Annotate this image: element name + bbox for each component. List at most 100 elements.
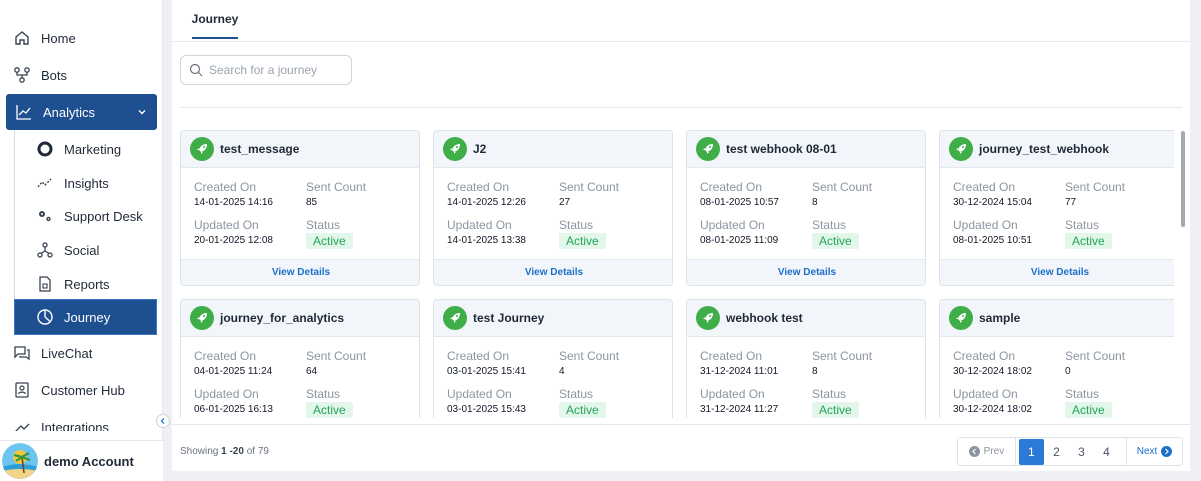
status-field: Status Active	[559, 218, 606, 249]
created-label: Created On	[953, 349, 1016, 363]
sidebar-item-bots[interactable]: Bots	[0, 60, 163, 90]
created-label: Created On	[194, 180, 257, 194]
view-details-button[interactable]: View Details	[940, 259, 1174, 285]
status-label: Status	[812, 387, 847, 401]
scrollbar[interactable]	[1181, 131, 1185, 227]
journey-icon	[35, 307, 55, 327]
updated-label: Updated On	[194, 387, 259, 401]
updated-value: 31-12-2024 11:27	[700, 404, 779, 415]
marketing-icon	[35, 139, 55, 159]
created-label: Created On	[194, 349, 257, 363]
status-badge: Active	[559, 402, 606, 418]
search-icon	[189, 63, 203, 77]
sent-field: Sent Count 64	[306, 349, 366, 377]
journey-name: test_message	[220, 142, 300, 156]
updated-field: Updated On 30-12-2024 18:02	[953, 387, 1032, 415]
account-menu[interactable]: demo Account	[0, 440, 163, 481]
sidebar-item-label: Social	[64, 242, 100, 258]
chevron-left-icon	[160, 418, 165, 424]
updated-label: Updated On	[447, 387, 512, 401]
sidebar-item-label: Home	[41, 30, 76, 46]
divider	[180, 107, 1182, 108]
sidebar-item-customer-hub[interactable]: Customer Hub	[0, 375, 163, 405]
updated-value: 14-01-2025 13:38	[447, 235, 526, 246]
sidebar-item-label: Support Desk	[64, 208, 143, 224]
sidebar-item-marketing[interactable]: Marketing	[0, 134, 163, 164]
updated-value: 20-01-2025 12:08	[194, 235, 273, 246]
sidebar: Home Bots Analytics Marketing Insights S…	[0, 0, 170, 481]
journey-card: sample Created On 30-12-2024 18:02 Sent Cou…	[939, 299, 1174, 418]
sent-value: 85	[306, 197, 318, 208]
sidebar-item-integrations[interactable]: Integrations	[0, 415, 163, 431]
updated-value: 06-01-2025 16:13	[194, 404, 273, 415]
view-details-button[interactable]: View Details	[434, 259, 672, 285]
sidebar-item-home[interactable]: Home	[0, 23, 163, 53]
avatar	[2, 443, 38, 479]
livechat-icon	[12, 343, 32, 363]
card-header: test_message	[181, 131, 419, 168]
sidebar-item-label: Insights	[64, 175, 109, 191]
created-field: Created On 08-01-2025 10:57	[700, 180, 779, 208]
created-field: Created On 14-01-2025 12:26	[447, 180, 526, 208]
pagination-footer: Showing 1 -20 of 79 Prev 1 2 3 4 Next	[172, 424, 1190, 471]
showing-prefix: Showing	[180, 446, 222, 457]
next-label: Next	[1136, 446, 1158, 457]
created-field: Created On 30-12-2024 15:04	[953, 180, 1032, 208]
sidebar-item-livechat[interactable]: LiveChat	[0, 338, 163, 368]
sidebar-item-label: LiveChat	[41, 345, 93, 361]
view-details-button[interactable]: View Details	[181, 259, 419, 285]
card-header: journey_test_webhook	[940, 131, 1174, 168]
page-3-button[interactable]: 3	[1069, 438, 1094, 465]
sidebar-item-support-desk[interactable]: Support Desk	[0, 201, 163, 231]
integrations-icon	[12, 417, 32, 431]
created-label: Created On	[953, 180, 1016, 194]
sidebar-item-reports[interactable]: Reports	[0, 269, 163, 299]
tab-bar: Journey	[172, 0, 1190, 42]
status-badge: Active	[812, 402, 859, 418]
journey-card: test_message Created On 14-01-2025 14:16 Se…	[180, 130, 420, 286]
sidebar-item-label: Customer Hub	[41, 382, 125, 398]
status-badge: Active	[306, 233, 353, 249]
page-1-button[interactable]: 1	[1018, 438, 1044, 465]
sent-value: 8	[812, 197, 818, 208]
journey-card: journey_test_webhook Created On 30-12-2024…	[939, 130, 1174, 286]
created-value: 14-01-2025 14:16	[194, 197, 273, 208]
created-field: Created On 30-12-2024 18:02	[953, 349, 1032, 377]
created-value: 14-01-2025 12:26	[447, 197, 526, 208]
next-button[interactable]: Next	[1126, 438, 1182, 465]
updated-label: Updated On	[194, 218, 259, 232]
sent-field: Sent Count 0	[1065, 349, 1125, 377]
journey-card: test webhook 08-01 Created On 08-01-2025 1…	[686, 130, 926, 286]
updated-field: Updated On 31-12-2024 11:27	[700, 387, 778, 415]
sidebar-item-social[interactable]: Social	[0, 235, 163, 265]
collapse-sidebar-button[interactable]	[156, 414, 170, 428]
sidebar-item-insights[interactable]: Insights	[0, 168, 163, 198]
updated-field: Updated On 03-01-2025 15:43	[447, 387, 526, 415]
search-input[interactable]	[209, 63, 339, 77]
created-value: 04-01-2025 11:24	[194, 366, 273, 377]
view-details-button[interactable]: View Details	[687, 259, 925, 285]
sent-value: 8	[812, 366, 818, 377]
page-4-button[interactable]: 4	[1094, 438, 1119, 465]
updated-label: Updated On	[447, 218, 512, 232]
sent-label: Sent Count	[306, 349, 367, 363]
sidebar-item-analytics[interactable]: Analytics	[6, 94, 157, 130]
status-label: Status	[559, 387, 594, 401]
sidebar-item-journey[interactable]: Journey	[14, 299, 157, 335]
created-field: Created On 14-01-2025 14:16	[194, 180, 273, 208]
rocket-icon	[190, 306, 214, 330]
search-box[interactable]	[180, 55, 352, 85]
showing-count: Showing 1 -20 of 79	[180, 446, 269, 457]
arrow-left-icon	[968, 446, 980, 457]
sent-label: Sent Count	[559, 349, 620, 363]
page-2-button[interactable]: 2	[1044, 438, 1069, 465]
status-field: Status Active	[1065, 218, 1112, 249]
chevron-down-icon[interactable]	[137, 105, 147, 120]
tab-journey[interactable]: Journey	[192, 0, 238, 39]
arrow-right-icon	[1161, 446, 1173, 457]
sidebar-item-label: Marketing	[64, 141, 122, 157]
prev-button[interactable]: Prev	[958, 438, 1016, 465]
journey-card: J2 Created On 14-01-2025 12:26 Sent Count 27…	[433, 130, 673, 286]
updated-label: Updated On	[953, 387, 1018, 401]
journey-name: test Journey	[473, 311, 545, 325]
